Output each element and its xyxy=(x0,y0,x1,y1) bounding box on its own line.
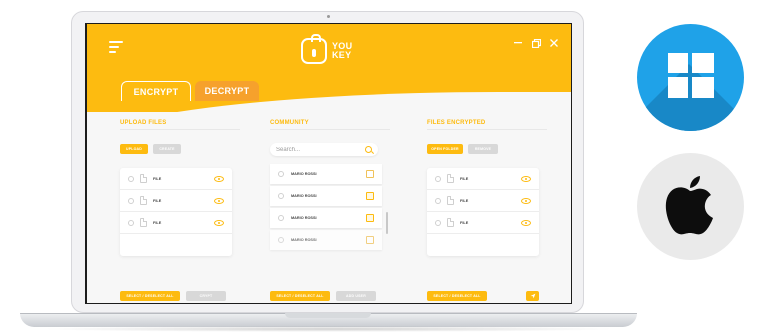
scrollbar[interactable] xyxy=(386,212,388,234)
member-name: MARIO ROSSI xyxy=(291,172,317,176)
file-label: FILE xyxy=(460,198,469,203)
file-label: FILE xyxy=(153,198,162,203)
upload-file-list: FILE FILE FILE xyxy=(120,168,232,256)
list-item[interactable]: FILE xyxy=(427,212,539,234)
files-encrypted-actions: OPEN FOLDER REMOVE xyxy=(427,144,547,154)
key-icon[interactable] xyxy=(366,170,374,178)
apple-badge xyxy=(637,153,744,260)
tab-decrypt[interactable]: DECRYPT xyxy=(195,81,259,101)
select-all-button[interactable]: SELECT / DESELECT ALL xyxy=(120,291,180,301)
eye-icon[interactable] xyxy=(214,175,224,182)
community-panel: COMMUNITY MARIO ROSSI MARIO ROSSI MARIO … xyxy=(270,120,390,301)
select-all-button[interactable]: SELECT / DESELECT ALL xyxy=(270,291,330,301)
upload-files-title: UPLOAD FILES xyxy=(120,120,240,130)
crypt-button[interactable]: CRYPT xyxy=(186,291,226,301)
file-icon xyxy=(140,196,147,205)
logo-text: YOU KEY xyxy=(332,41,353,60)
file-icon xyxy=(447,218,454,227)
key-icon[interactable] xyxy=(366,236,374,244)
file-label: FILE xyxy=(460,176,469,181)
list-item[interactable]: MARIO ROSSI xyxy=(270,164,382,184)
list-item[interactable]: FILE xyxy=(427,168,539,190)
list-item[interactable]: FILE xyxy=(120,212,232,234)
encrypted-file-list: FILE FILE FILE xyxy=(427,168,539,256)
tab-encrypt[interactable]: ENCRYPT xyxy=(121,81,191,101)
select-all-button[interactable]: SELECT / DESELECT ALL xyxy=(427,291,487,301)
checkbox[interactable] xyxy=(435,175,441,182)
app-window: YOU KEY ENCRYPT DECRYPT UPLOAD FILES UPL… xyxy=(87,24,571,303)
file-label: FILE xyxy=(153,176,162,181)
eye-icon[interactable] xyxy=(214,197,224,204)
checkbox[interactable] xyxy=(278,171,284,177)
search-input[interactable] xyxy=(276,146,365,153)
hamburger-icon[interactable] xyxy=(109,41,123,53)
remove-button[interactable]: REMOVE xyxy=(468,144,498,154)
member-name: MARIO ROSSI xyxy=(291,216,317,220)
community-footer: SELECT / DESELECT ALL ADD USER xyxy=(270,291,376,301)
checkbox[interactable] xyxy=(278,237,284,243)
eye-icon[interactable] xyxy=(521,197,531,204)
windows-logo xyxy=(668,53,714,98)
list-item[interactable]: FILE xyxy=(120,168,232,190)
app-logo: YOU KEY xyxy=(301,34,356,64)
community-list: MARIO ROSSI MARIO ROSSI MARIO ROSSI MARI… xyxy=(270,164,388,252)
checkbox[interactable] xyxy=(128,219,134,226)
eye-icon[interactable] xyxy=(521,219,531,226)
search-bar xyxy=(270,143,378,156)
file-icon xyxy=(140,174,147,183)
restore-icon[interactable] xyxy=(531,38,541,48)
file-label: FILE xyxy=(153,220,162,225)
checkbox[interactable] xyxy=(435,219,441,226)
files-encrypted-footer: SELECT / DESELECT ALL xyxy=(427,291,487,301)
key-icon[interactable] xyxy=(366,192,374,200)
checkbox[interactable] xyxy=(278,193,284,199)
search-icon[interactable] xyxy=(365,146,372,153)
send-button[interactable] xyxy=(526,291,539,301)
list-item[interactable]: MARIO ROSSI xyxy=(270,230,382,250)
list-item[interactable]: FILE xyxy=(120,190,232,212)
laptop-notch xyxy=(285,313,371,318)
list-item[interactable]: MARIO ROSSI xyxy=(270,186,382,206)
add-user-button[interactable]: ADD USER xyxy=(336,291,376,301)
open-folder-button[interactable]: OPEN FOLDER xyxy=(427,144,463,154)
upload-files-panel: UPLOAD FILES UPLOAD CREATE FILE FILE FIL… xyxy=(120,120,240,301)
upload-files-actions: UPLOAD CREATE xyxy=(120,144,240,154)
checkbox[interactable] xyxy=(128,175,134,182)
file-label: FILE xyxy=(460,220,469,225)
file-icon xyxy=(140,218,147,227)
member-name: MARIO ROSSI xyxy=(291,194,317,198)
upload-button[interactable]: UPLOAD xyxy=(120,144,148,154)
eye-icon[interactable] xyxy=(214,219,224,226)
checkbox[interactable] xyxy=(278,215,284,221)
community-title: COMMUNITY xyxy=(270,120,390,130)
webcam xyxy=(327,15,330,18)
lock-icon xyxy=(301,34,327,64)
close-icon[interactable] xyxy=(549,38,559,48)
laptop-shadow xyxy=(40,326,617,332)
apple-logo xyxy=(665,176,713,235)
list-item[interactable]: FILE xyxy=(427,190,539,212)
checkbox[interactable] xyxy=(435,197,441,204)
list-item[interactable]: MARIO ROSSI xyxy=(270,208,382,228)
upload-files-footer: SELECT / DESELECT ALL CRYPT xyxy=(120,291,226,301)
windows-badge xyxy=(637,24,744,131)
key-icon[interactable] xyxy=(366,214,374,222)
create-button[interactable]: CREATE xyxy=(153,144,181,154)
file-icon xyxy=(447,196,454,205)
send-icon xyxy=(530,293,535,299)
file-icon xyxy=(447,174,454,183)
minimize-icon[interactable] xyxy=(513,38,523,48)
window-controls xyxy=(513,38,559,48)
checkbox[interactable] xyxy=(128,197,134,204)
files-encrypted-panel: FILES ENCRYPTED OPEN FOLDER REMOVE FILE … xyxy=(427,120,547,301)
eye-icon[interactable] xyxy=(521,175,531,182)
member-name: MARIO ROSSI xyxy=(291,238,317,242)
files-encrypted-title: FILES ENCRYPTED xyxy=(427,120,547,130)
